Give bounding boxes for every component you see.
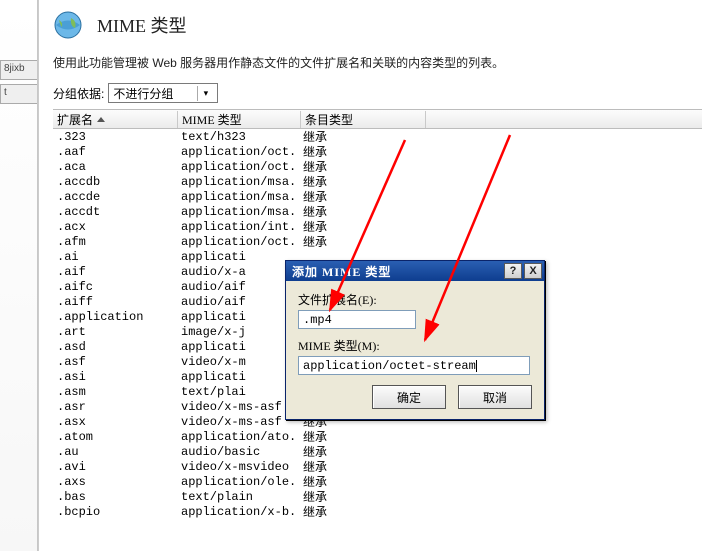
- cell-extension: .atom: [53, 430, 177, 444]
- cell-mime: applicati: [177, 370, 299, 384]
- table-row[interactable]: .bcpioapplication/x-b...继承: [53, 504, 702, 519]
- add-mime-dialog: 添加 MIME 类型 ? X 文件扩展名(E): .mp4 MIME 类型(M)…: [285, 260, 545, 420]
- group-by-value: 不进行分组: [113, 85, 173, 102]
- cell-entry: 继承: [299, 233, 423, 250]
- page-description: 使用此功能管理被 Web 服务器用作静态文件的文件扩展名和关联的内容类型的列表。: [53, 54, 702, 71]
- cell-mime: video/x-ms-asf: [177, 400, 299, 414]
- dialog-titlebar[interactable]: 添加 MIME 类型 ? X: [286, 261, 544, 281]
- table-row[interactable]: .axsapplication/ole...继承: [53, 474, 702, 489]
- cell-mime: application/ato...: [177, 430, 299, 444]
- table-row[interactable]: .auaudio/basic继承: [53, 444, 702, 459]
- cell-extension: .bcpio: [53, 505, 177, 519]
- cell-extension: .asr: [53, 400, 177, 414]
- cell-extension: .aiff: [53, 295, 177, 309]
- cell-mime: application/oct...: [177, 145, 299, 159]
- cell-mime: application/x-b...: [177, 505, 299, 519]
- cell-extension: .accde: [53, 190, 177, 204]
- cell-mime: applicati: [177, 310, 299, 324]
- cell-extension: .axs: [53, 475, 177, 489]
- cell-extension: .ai: [53, 250, 177, 264]
- table-row[interactable]: .afmapplication/oct...继承: [53, 234, 702, 249]
- cell-mime: applicati: [177, 250, 299, 264]
- cell-mime: application/oct...: [177, 235, 299, 249]
- cell-mime: application/msa...: [177, 175, 299, 189]
- cell-mime: text/plai: [177, 385, 299, 399]
- col-extension[interactable]: 扩展名: [53, 111, 178, 128]
- text-caret: [476, 360, 477, 372]
- sort-asc-icon: [97, 117, 105, 122]
- dropdown-arrow-icon: ▾: [197, 86, 213, 101]
- col-mime-type[interactable]: MIME 类型: [178, 111, 301, 128]
- cell-mime: image/x-j: [177, 325, 299, 339]
- cell-extension: .afm: [53, 235, 177, 249]
- help-button[interactable]: ?: [504, 263, 522, 279]
- cell-extension: .asx: [53, 415, 177, 429]
- cell-mime: video/x-m: [177, 355, 299, 369]
- table-row[interactable]: .323text/h323继承: [53, 129, 702, 144]
- cell-mime: audio/aif: [177, 295, 299, 309]
- cell-mime: application/msa...: [177, 190, 299, 204]
- cell-extension: .asi: [53, 370, 177, 384]
- ext-field-label: 文件扩展名(E):: [298, 291, 532, 308]
- group-by-label: 分组依据:: [53, 85, 104, 102]
- table-row[interactable]: .avivideo/x-msvideo继承: [53, 459, 702, 474]
- table-row[interactable]: .aafapplication/oct...继承: [53, 144, 702, 159]
- cell-extension: .application: [53, 310, 177, 324]
- dialog-title: 添加 MIME 类型: [292, 263, 502, 280]
- table-row[interactable]: .accdeapplication/msa...继承: [53, 189, 702, 204]
- cell-mime: video/x-msvideo: [177, 460, 299, 474]
- cell-extension: .aaf: [53, 145, 177, 159]
- cell-mime: audio/basic: [177, 445, 299, 459]
- col-entry-type[interactable]: 条目类型: [301, 111, 426, 128]
- mime-input[interactable]: application/octet-stream: [298, 356, 530, 375]
- ok-button[interactable]: 确定: [372, 385, 446, 409]
- tree-node[interactable]: t: [0, 84, 37, 104]
- tree-node[interactable]: 8jixb: [0, 60, 37, 80]
- cell-extension: .bas: [53, 490, 177, 504]
- table-header-row: 扩展名 MIME 类型 条目类型: [53, 109, 702, 129]
- globe-icon: [53, 10, 83, 40]
- cell-mime: text/h323: [177, 130, 299, 144]
- cell-extension: .art: [53, 325, 177, 339]
- ext-input[interactable]: .mp4: [298, 310, 416, 329]
- cell-extension: .accdb: [53, 175, 177, 189]
- cell-mime: applicati: [177, 340, 299, 354]
- cell-extension: .asd: [53, 340, 177, 354]
- cell-extension: .accdt: [53, 205, 177, 219]
- cell-extension: .asf: [53, 355, 177, 369]
- close-button[interactable]: X: [524, 263, 542, 279]
- cell-mime: video/x-ms-asf: [177, 415, 299, 429]
- mime-field-label: MIME 类型(M):: [298, 337, 532, 354]
- cell-mime: audio/aif: [177, 280, 299, 294]
- table-row[interactable]: .accdbapplication/msa...继承: [53, 174, 702, 189]
- cell-mime: application/msa...: [177, 205, 299, 219]
- cell-extension: .323: [53, 130, 177, 144]
- table-row[interactable]: .bastext/plain继承: [53, 489, 702, 504]
- cell-mime: application/ole...: [177, 475, 299, 489]
- cell-extension: .avi: [53, 460, 177, 474]
- table-row[interactable]: .atomapplication/ato...继承: [53, 429, 702, 444]
- cell-mime: application/int...: [177, 220, 299, 234]
- cell-extension: .aif: [53, 265, 177, 279]
- cell-mime: audio/x-a: [177, 265, 299, 279]
- cell-extension: .au: [53, 445, 177, 459]
- cell-extension: .aca: [53, 160, 177, 174]
- cell-extension: .asm: [53, 385, 177, 399]
- table-row[interactable]: .accdtapplication/msa...继承: [53, 204, 702, 219]
- table-row[interactable]: .acaapplication/oct...继承: [53, 159, 702, 174]
- cell-entry: 继承: [299, 503, 423, 520]
- page-title: MIME 类型: [97, 12, 187, 38]
- cell-mime: text/plain: [177, 490, 299, 504]
- cell-extension: .aifc: [53, 280, 177, 294]
- cell-extension: .acx: [53, 220, 177, 234]
- group-by-select[interactable]: 不进行分组 ▾: [108, 83, 218, 103]
- cell-mime: application/oct...: [177, 160, 299, 174]
- cancel-button[interactable]: 取消: [458, 385, 532, 409]
- table-row[interactable]: .acxapplication/int...继承: [53, 219, 702, 234]
